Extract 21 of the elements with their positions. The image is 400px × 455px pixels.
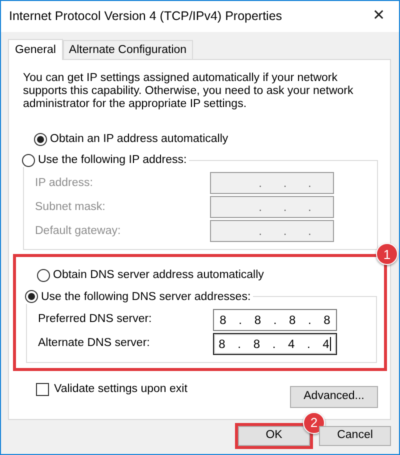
- tab[interactable]: Alternate Configuration: [62, 40, 193, 59]
- radio-option[interactable]: Obtain an IP address automatically: [34, 131, 378, 148]
- tab[interactable]: General: [8, 39, 63, 60]
- radio-option[interactable]: Obtain DNS server address automatically: [37, 267, 377, 284]
- ok-button[interactable]: OK: [238, 426, 310, 446]
- field-label: Preferred DNS server:: [38, 312, 153, 327]
- advanced-button[interactable]: Advanced...: [290, 386, 378, 408]
- radio-option[interactable]: Use the following DNS server addresses:: [25, 290, 251, 304]
- field-label: Alternate DNS server:: [38, 336, 151, 351]
- close-button[interactable]: ✕: [359, 1, 399, 32]
- field-label: Default gateway:: [35, 224, 122, 239]
- field-label: Subnet mask:: [35, 200, 106, 215]
- field-label: IP address:: [35, 176, 94, 191]
- window-title: Internet Protocol Version 4 (TCP/IPv4) Properties: [9, 8, 284, 26]
- ip-address-field[interactable]: 8 . 8 . 4 . 4: [213, 332, 337, 354]
- radio-option[interactable]: Use the following IP address:: [22, 153, 187, 168]
- description-text: You can get IP settings assigned automatically if your network supports this capability. Otherwise, you need to ask your network administrator for the appropriate IP settings.: [23, 72, 354, 111]
- ip-address-field[interactable]: 8 . 8 . 8 . 8: [213, 308, 337, 330]
- step-badge: 1: [376, 243, 398, 266]
- cancel-button[interactable]: Cancel: [319, 426, 391, 446]
- checkbox-option[interactable]: Validate settings upon exit: [36, 380, 188, 398]
